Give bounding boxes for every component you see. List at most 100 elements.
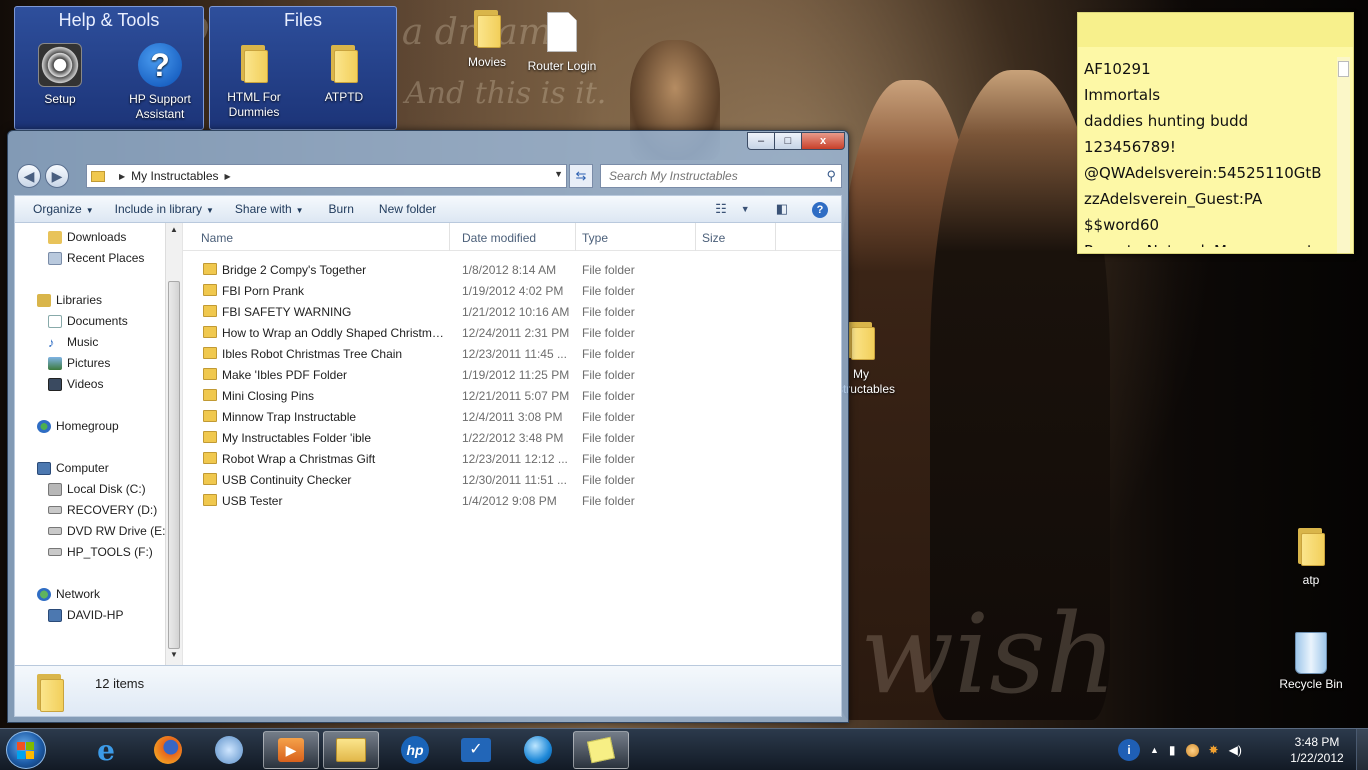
- taskbar-app-8[interactable]: [510, 731, 566, 769]
- desktop-icon-router-login[interactable]: Router Login: [518, 12, 606, 74]
- organize-button[interactable]: Organize ▼: [15, 202, 103, 216]
- table-row[interactable]: Minnow Trap Instructable 12/4/2011 3:08 P…: [183, 406, 841, 427]
- taskbar-hp[interactable]: hp: [387, 731, 443, 769]
- close-button[interactable]: x: [801, 132, 845, 150]
- table-row[interactable]: Bridge 2 Compy's Together 1/8/2012 8:14 A…: [183, 259, 841, 280]
- nav-label: Downloads: [67, 230, 127, 244]
- desktop-icon-recycle-bin[interactable]: Recycle Bin: [1273, 632, 1349, 692]
- taskbar-sticky-notes[interactable]: [573, 731, 629, 769]
- search-input[interactable]: [609, 169, 819, 183]
- file-type: File folder: [582, 325, 635, 340]
- folder-icon: [203, 431, 217, 443]
- new-folder-button[interactable]: New folder: [363, 202, 445, 216]
- network-status-icon[interactable]: [1185, 743, 1199, 757]
- taskbar-app-7[interactable]: ✓: [448, 731, 504, 769]
- info-icon[interactable]: i: [1118, 739, 1140, 761]
- show-hidden-icons-icon[interactable]: ▲: [1150, 745, 1159, 755]
- column-header-date-modified[interactable]: Date modified: [456, 223, 576, 251]
- desktop-icon-atptd[interactable]: ATPTD: [306, 45, 382, 105]
- sticky-note[interactable]: AF10291 Immortals daddies hunting budd 1…: [1077, 12, 1354, 254]
- refresh-button[interactable]: ⇆: [569, 164, 593, 188]
- preview-pane-icon[interactable]: ◧: [769, 201, 795, 217]
- address-bar[interactable]: ▶ My Instructables ▶ ▼: [86, 164, 567, 188]
- nav-item-network[interactable]: Network: [37, 587, 100, 601]
- nav-item-downloads[interactable]: Downloads: [48, 230, 126, 244]
- volume-icon[interactable]: ◀): [1229, 743, 1242, 757]
- taskbar-internet-explorer[interactable]: e: [78, 731, 134, 769]
- table-row[interactable]: Robot Wrap a Christmas Gift 12/23/2011 12…: [183, 448, 841, 469]
- nav-item-documents[interactable]: Documents: [48, 314, 128, 328]
- taskbar-app-3[interactable]: [201, 731, 257, 769]
- nav-label: RECOVERY (D:): [67, 503, 158, 517]
- table-row[interactable]: USB Tester 1/4/2012 9:08 PM File folder: [183, 490, 841, 511]
- update-icon[interactable]: ✸: [1209, 743, 1219, 757]
- desktop-icon-atp[interactable]: atp: [1273, 528, 1349, 588]
- file-date: 1/22/2012 3:48 PM: [462, 430, 564, 445]
- share-with-button[interactable]: Share with ▼: [223, 202, 313, 216]
- table-row[interactable]: USB Continuity Checker 12/30/2011 11:51 .…: [183, 469, 841, 490]
- table-row[interactable]: How to Wrap an Oddly Shaped Christma... 1…: [183, 322, 841, 343]
- nav-item-hp-tools[interactable]: HP_TOOLS (F:): [48, 545, 153, 559]
- scroll-thumb[interactable]: [1338, 61, 1349, 77]
- table-row[interactable]: Make 'Ibles PDF Folder 1/19/2012 11:25 PM…: [183, 364, 841, 385]
- sticky-note-header[interactable]: [1078, 13, 1353, 47]
- search-icon[interactable]: ⚲: [826, 168, 836, 184]
- include-in-library-button[interactable]: Include in library ▼: [103, 202, 223, 216]
- nav-item-computer[interactable]: Computer: [37, 461, 109, 475]
- drive-icon: [48, 548, 62, 556]
- start-button[interactable]: [6, 731, 46, 769]
- view-options-icon[interactable]: ☷: [708, 201, 734, 217]
- taskbar-firefox[interactable]: [140, 731, 196, 769]
- sticky-note-scrollbar[interactable]: [1337, 57, 1350, 253]
- nav-item-homegroup[interactable]: Homegroup: [37, 419, 119, 433]
- nav-item-libraries[interactable]: Libraries: [37, 293, 102, 307]
- chevron-down-icon: ▼: [295, 206, 304, 215]
- desktop-icon-html-for-dummies[interactable]: HTML For Dummies: [214, 45, 294, 120]
- nav-item-videos[interactable]: Videos: [48, 377, 103, 391]
- nav-item-dvd[interactable]: DVD RW Drive (E:: [48, 524, 165, 538]
- help-button[interactable]: ?: [805, 201, 835, 218]
- table-row[interactable]: Ibles Robot Christmas Tree Chain 12/23/20…: [183, 343, 841, 364]
- chevron-down-icon: ▼: [85, 206, 94, 215]
- table-row[interactable]: FBI SAFETY WARNING 1/21/2012 10:16 AM File…: [183, 301, 841, 322]
- scroll-up-icon[interactable]: ▲: [170, 225, 178, 234]
- breadcrumb-segment[interactable]: My Instructables: [131, 169, 218, 183]
- action-center-icon[interactable]: ▮: [1169, 743, 1176, 757]
- chevron-down-icon[interactable]: ▼: [734, 204, 757, 214]
- column-header-name[interactable]: Name: [195, 223, 450, 251]
- table-row[interactable]: Mini Closing Pins 12/21/2011 5:07 PM File …: [183, 385, 841, 406]
- desktop-icon-hp-support[interactable]: ? HP Support Assistant: [115, 43, 205, 122]
- taskbar-media-player[interactable]: ▶: [263, 731, 319, 769]
- back-button[interactable]: ◀: [17, 164, 41, 188]
- nav-label: DVD RW Drive (E:: [67, 524, 165, 538]
- nav-item-local-disk[interactable]: Local Disk (C:): [48, 482, 146, 496]
- desktop-icon-setup[interactable]: Setup: [21, 43, 99, 107]
- sticky-note-text[interactable]: AF10291 Immortals daddies hunting budd 1…: [1078, 47, 1337, 247]
- nav-item-recovery[interactable]: RECOVERY (D:): [48, 503, 157, 517]
- minimize-button[interactable]: –: [747, 132, 775, 150]
- clock[interactable]: 3:48 PM 1/22/2012: [1282, 734, 1352, 766]
- show-desktop-button[interactable]: [1356, 729, 1368, 770]
- navigation-scrollbar[interactable]: ▲ ▼: [165, 223, 182, 665]
- breadcrumb-arrow-icon[interactable]: ▶: [119, 172, 125, 181]
- table-row[interactable]: My Instructables Folder 'ible 1/22/2012 3…: [183, 427, 841, 448]
- taskbar-windows-explorer[interactable]: [323, 731, 379, 769]
- folder-icon: [329, 45, 359, 83]
- scroll-down-icon[interactable]: ▼: [170, 650, 178, 659]
- column-header-type[interactable]: Type: [576, 223, 696, 251]
- computer-icon: [37, 461, 51, 475]
- scroll-thumb[interactable]: [168, 281, 180, 649]
- nav-item-music[interactable]: ♪ Music: [48, 335, 98, 349]
- address-dropdown-icon[interactable]: ▼: [554, 169, 563, 179]
- maximize-button[interactable]: □: [774, 132, 802, 150]
- desktop-icon-movies[interactable]: Movies: [449, 10, 525, 70]
- breadcrumb-arrow-icon[interactable]: ▶: [225, 172, 231, 181]
- column-header-size[interactable]: Size: [696, 223, 776, 251]
- table-row[interactable]: FBI Porn Prank 1/19/2012 4:02 PM File fold…: [183, 280, 841, 301]
- forward-button[interactable]: ▶: [45, 164, 69, 188]
- search-box[interactable]: ⚲: [600, 164, 842, 188]
- burn-button[interactable]: Burn: [313, 202, 363, 216]
- nav-item-david-hp[interactable]: DAVID-HP: [48, 608, 123, 622]
- nav-item-pictures[interactable]: Pictures: [48, 356, 110, 370]
- nav-item-recent-places[interactable]: Recent Places: [48, 251, 144, 265]
